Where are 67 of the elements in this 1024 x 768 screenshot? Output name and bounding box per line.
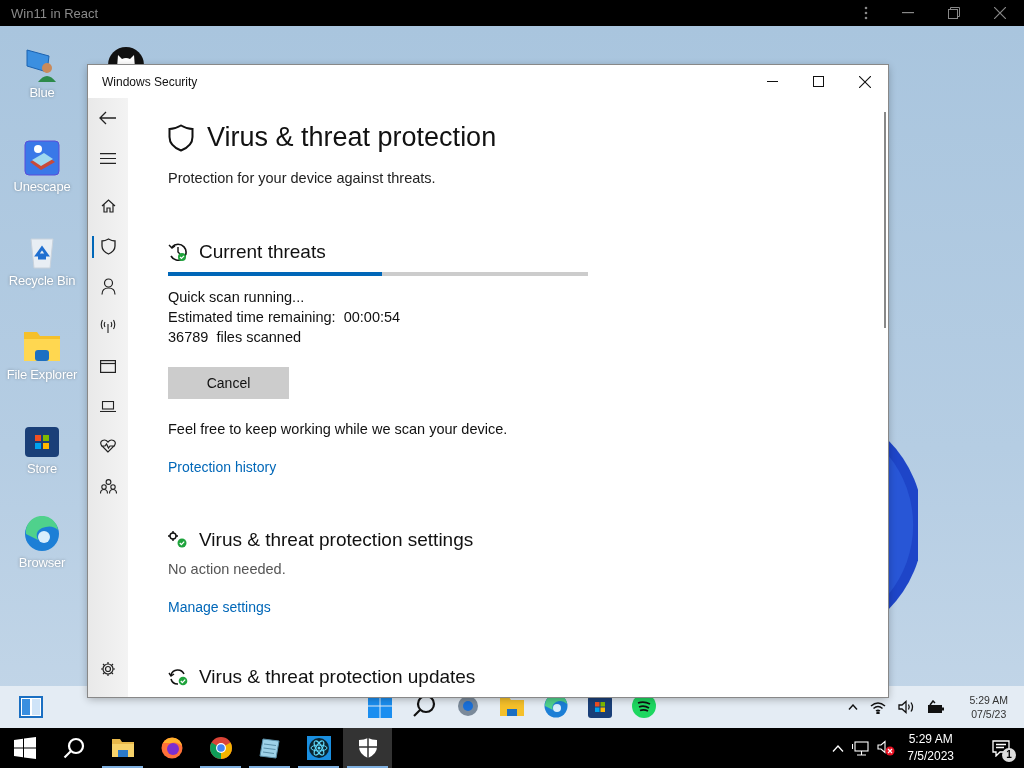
people-icon bbox=[99, 478, 117, 494]
cancel-button[interactable]: Cancel bbox=[168, 367, 289, 399]
menu-icon bbox=[100, 152, 116, 164]
notification-badge: 1 bbox=[1002, 747, 1016, 762]
notification-icon[interactable] bbox=[992, 739, 1010, 757]
widgets-icon[interactable] bbox=[19, 696, 43, 718]
desktop-icon-label[interactable]: Browser bbox=[18, 555, 66, 570]
manage-settings-link[interactable]: Manage settings bbox=[168, 599, 271, 615]
desktop-icon-label[interactable]: Blue bbox=[29, 85, 55, 100]
scan-status: 36789 files scanned bbox=[168, 328, 302, 347]
clock-check-icon bbox=[168, 242, 188, 262]
desktop-icon-label[interactable]: Unescape bbox=[13, 179, 71, 194]
section-heading: Virus & threat protection updates bbox=[199, 666, 476, 688]
section-heading: Virus & threat protection settings bbox=[199, 529, 474, 551]
settings-status: No action needed. bbox=[168, 561, 287, 577]
section-heading: Current threats bbox=[199, 241, 326, 263]
volume-icon[interactable] bbox=[898, 700, 916, 714]
person-icon bbox=[100, 277, 116, 295]
close-icon[interactable] bbox=[859, 75, 871, 88]
clock-date: 7/5/2023 bbox=[907, 748, 954, 765]
shield-icon bbox=[168, 123, 194, 152]
shield-icon bbox=[358, 738, 377, 758]
refresh-check-icon bbox=[168, 668, 188, 686]
game-icon[interactable] bbox=[24, 140, 60, 176]
antenna-icon bbox=[100, 318, 116, 334]
app-title: Win11 in React bbox=[11, 5, 99, 21]
network-icon[interactable] bbox=[852, 740, 870, 756]
protection-history-link[interactable]: Protection history bbox=[168, 459, 277, 475]
user-monitor-icon[interactable] bbox=[25, 46, 59, 82]
chevron-up-icon[interactable] bbox=[848, 704, 859, 710]
tray-date: 07/5/23 bbox=[971, 707, 1007, 721]
minimize-icon[interactable] bbox=[767, 80, 778, 83]
settings-icon bbox=[100, 661, 116, 677]
browser-icon[interactable] bbox=[24, 516, 60, 552]
laptop-icon bbox=[100, 400, 116, 412]
scan-note: Feel free to keep working while we scan your device. bbox=[168, 421, 508, 437]
atom-icon bbox=[306, 736, 331, 760]
window-title: Windows Security bbox=[102, 74, 198, 89]
scrollbar[interactable] bbox=[884, 112, 886, 328]
folder-icon bbox=[111, 738, 134, 758]
home-icon bbox=[100, 199, 116, 213]
muted-speaker-icon[interactable] bbox=[877, 740, 896, 756]
shield-icon bbox=[100, 237, 116, 255]
heart-pulse-icon bbox=[100, 439, 116, 453]
restore-icon[interactable] bbox=[948, 7, 960, 19]
scan-status: Quick scan running... bbox=[168, 288, 306, 307]
taskbar-button[interactable] bbox=[343, 728, 392, 768]
firefox-icon bbox=[160, 737, 183, 759]
more-icon[interactable] bbox=[864, 6, 868, 20]
desktop-icon-label[interactable]: Store bbox=[26, 461, 58, 476]
scan-status: Estimated time remaining: 00:00:54 bbox=[168, 308, 402, 327]
maximize-icon[interactable] bbox=[813, 76, 824, 87]
wifi-icon[interactable] bbox=[870, 700, 887, 714]
page-title: Virus & threat protection bbox=[207, 122, 497, 153]
tray-time: 5:29 AM bbox=[969, 693, 1008, 707]
notepad-icon bbox=[258, 737, 281, 759]
app-window-icon bbox=[100, 359, 116, 373]
back-arrow-icon bbox=[99, 111, 117, 125]
page-subtitle: Protection for your device against threats. bbox=[168, 170, 437, 186]
clock-time: 5:29 AM bbox=[908, 731, 953, 748]
windows-logo-icon bbox=[13, 737, 36, 759]
chrome-icon bbox=[209, 737, 232, 759]
battery-icon[interactable] bbox=[927, 700, 946, 714]
gears-check-icon bbox=[168, 531, 188, 549]
desktop-icon-label[interactable]: Recycle Bin bbox=[8, 273, 76, 288]
search-icon bbox=[62, 737, 85, 759]
desktop-icon-label[interactable]: File Explorer bbox=[6, 367, 78, 382]
